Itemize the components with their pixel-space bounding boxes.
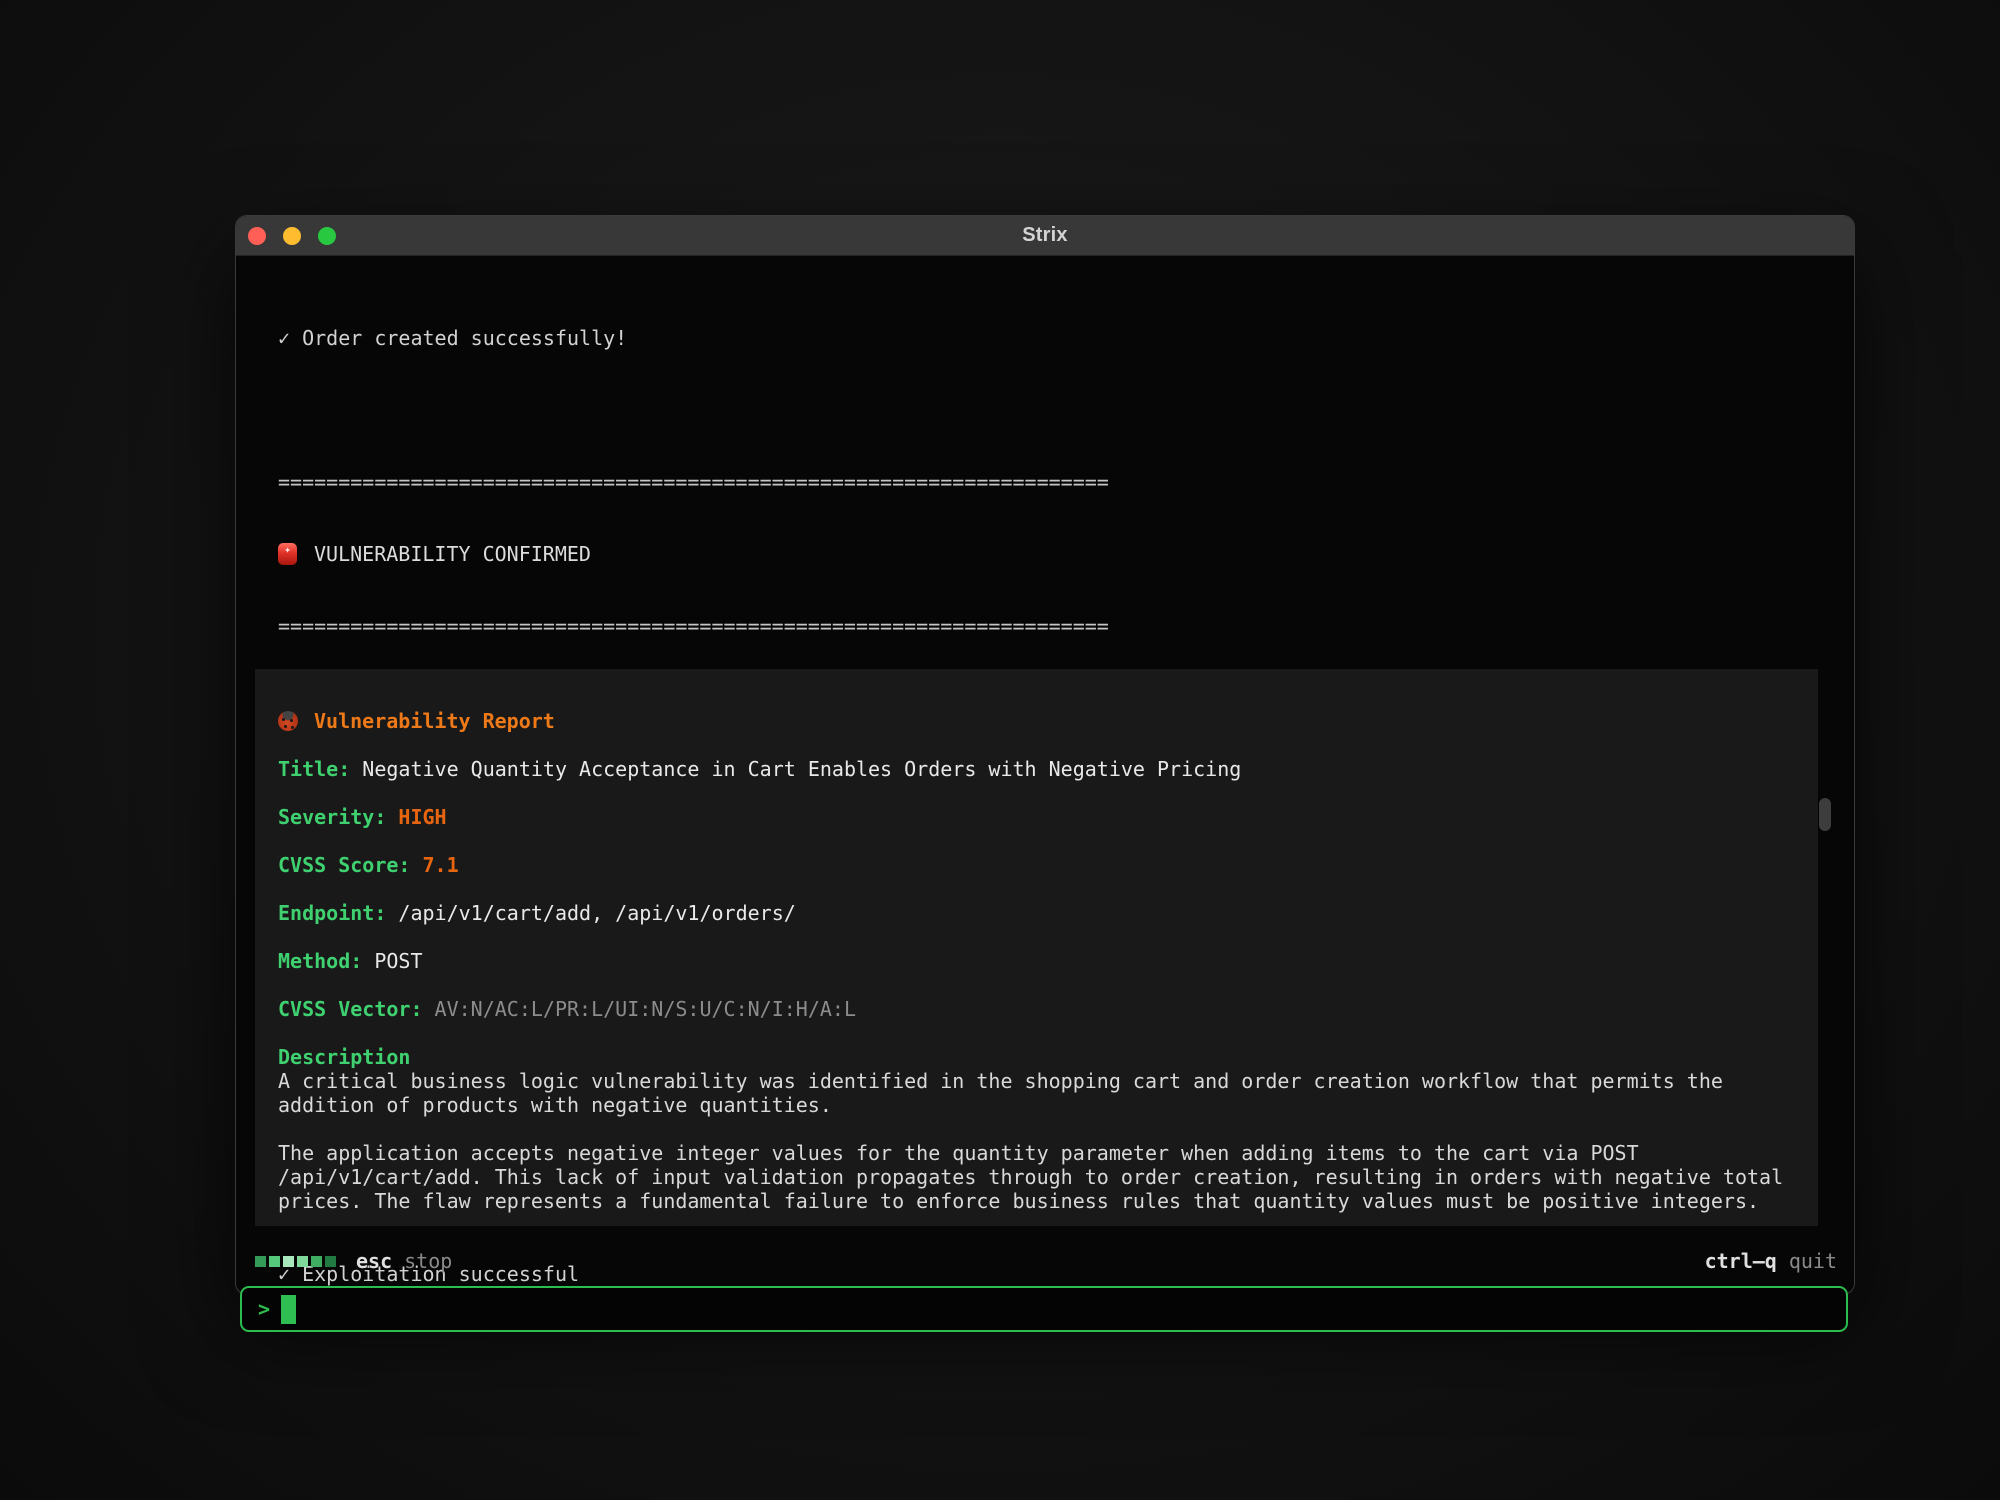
blank-line xyxy=(278,398,1109,422)
titlebar[interactable]: Strix xyxy=(236,216,1854,256)
status-bar-right: ctrl–q quit xyxy=(1705,1249,1837,1273)
spinner-segment xyxy=(255,1256,266,1267)
esc-key-hint[interactable]: esc xyxy=(356,1249,392,1273)
report-heading-row: Vulnerability Report xyxy=(278,709,1794,733)
spinner-segment xyxy=(311,1256,322,1267)
siren-icon xyxy=(278,543,297,565)
field-label: Endpoint: xyxy=(278,901,386,925)
description-paragraph-1: A critical business logic vulnerability … xyxy=(278,1069,1794,1117)
report-field-cvss-vector: CVSS Vector: AV:N/AC:L/PR:L/UI:N/S:U/C:N… xyxy=(278,997,1794,1021)
window-title: Strix xyxy=(1022,224,1067,247)
description-heading: Description xyxy=(278,1045,1794,1069)
command-input[interactable]: > xyxy=(240,1286,1848,1332)
field-value: Negative Quantity Acceptance in Cart Ena… xyxy=(362,757,1241,781)
field-label: CVSS Score: xyxy=(278,853,410,877)
field-label: CVSS Vector: xyxy=(278,997,423,1021)
terminal-content: ✓ Order created successfully! ==========… xyxy=(236,256,1854,1294)
status-bar: esc stop ctrl–q quit xyxy=(255,1249,1837,1273)
spinner-segment xyxy=(297,1256,308,1267)
esc-action-label: stop xyxy=(404,1249,452,1273)
endpoint-value: /api/v1/cart/add, /api/v1/orders/ xyxy=(398,901,795,925)
report-field-severity: Severity: HIGH xyxy=(278,805,1794,829)
cvss-vector-value: AV:N/AC:L/PR:L/UI:N/S:U/C:N/I:H/A:L xyxy=(435,997,856,1021)
quit-key-hint[interactable]: ctrl–q xyxy=(1705,1249,1777,1273)
report-field-method: Method: POST xyxy=(278,949,1794,973)
field-label: Title: xyxy=(278,757,350,781)
prompt-symbol: > xyxy=(258,1297,270,1321)
vulnerability-confirmed-line: VULNERABILITY CONFIRMED xyxy=(278,542,1109,566)
severity-badge: HIGH xyxy=(398,805,446,829)
minimize-button[interactable] xyxy=(283,227,301,245)
terminal-window: Strix ✓ Order created successfully! ====… xyxy=(235,215,1855,1295)
activity-spinner xyxy=(255,1256,336,1267)
spinner-segment xyxy=(283,1256,294,1267)
cvss-score-value: 7.1 xyxy=(423,853,459,877)
report-field-title: Title: Negative Quantity Acceptance in C… xyxy=(278,757,1794,781)
report-field-cvss-score: CVSS Score: 7.1 xyxy=(278,853,1794,877)
order-success-line: ✓ Order created successfully! xyxy=(278,326,1109,350)
close-button[interactable] xyxy=(248,227,266,245)
vulnerability-confirmed-title: VULNERABILITY CONFIRMED xyxy=(314,542,591,566)
zoom-button[interactable] xyxy=(318,227,336,245)
spinner-segment xyxy=(325,1256,336,1267)
quit-action-label: quit xyxy=(1789,1249,1837,1273)
traffic-lights xyxy=(248,216,336,256)
field-label: Severity: xyxy=(278,805,386,829)
spinner-segment xyxy=(269,1256,280,1267)
report-heading: Vulnerability Report xyxy=(314,709,555,733)
ladybug-icon xyxy=(278,711,298,731)
separator-line: ========================================… xyxy=(278,614,1109,638)
field-label: Method: xyxy=(278,949,362,973)
vulnerability-report-panel: Vulnerability Report Title: Negative Qua… xyxy=(255,669,1818,1226)
separator-line: ========================================… xyxy=(278,470,1109,494)
scrollbar-thumb[interactable] xyxy=(1819,798,1831,831)
method-value: POST xyxy=(374,949,422,973)
description-paragraph-2: The application accepts negative integer… xyxy=(278,1141,1794,1213)
text-cursor xyxy=(281,1295,296,1324)
report-field-endpoint: Endpoint: /api/v1/cart/add, /api/v1/orde… xyxy=(278,901,1794,925)
